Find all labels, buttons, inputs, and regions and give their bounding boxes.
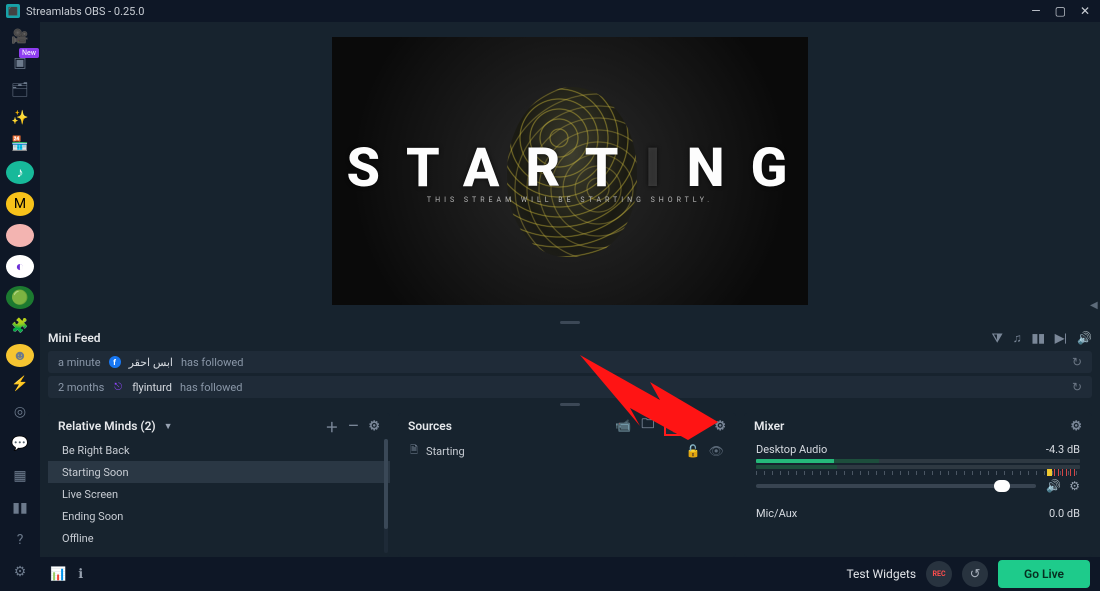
sources-title: Sources xyxy=(408,419,452,433)
layouts-icon[interactable]: ▣ xyxy=(9,54,31,72)
feed-pause-icon[interactable]: ▮▮ xyxy=(1032,331,1045,346)
info-icon[interactable]: ℹ xyxy=(78,567,83,582)
feed-action: has followed xyxy=(180,381,242,394)
channel-mute-icon[interactable]: 🔊 xyxy=(1046,479,1061,493)
feed-user: flyinturd xyxy=(132,381,172,394)
replay-buffer-button[interactable]: ↺ xyxy=(962,561,988,587)
stats-icon[interactable]: 📊 xyxy=(50,567,66,582)
bolt-icon[interactable]: ⚡ xyxy=(9,375,31,393)
feed-volume-icon[interactable]: 🔊 xyxy=(1077,331,1092,346)
minimize-button[interactable]: — xyxy=(1031,4,1040,18)
channel-name: Mic/Aux xyxy=(756,507,797,520)
test-widgets-button[interactable]: Test Widgets xyxy=(846,567,916,581)
collapse-right-icon[interactable]: ◀ xyxy=(1090,300,1100,311)
app-pink-icon[interactable] xyxy=(6,224,34,247)
app-face-icon[interactable]: ☻ xyxy=(6,344,34,367)
scenes-panel: Relative Minds (2) ▼ ＋ — ⚙ Be Right Back… xyxy=(48,413,390,557)
title-bar: ⬛ Streamlabs OBS - 0.25.0 — ▢ ✕ xyxy=(0,0,1100,22)
themes-icon[interactable]: 🗂 xyxy=(9,81,31,99)
filter-icon[interactable]: ⧩ xyxy=(992,331,1003,346)
skip-icon[interactable]: ▶| xyxy=(1055,331,1067,346)
app-teal-icon[interactable]: ♪ xyxy=(6,161,34,184)
music-icon[interactable]: ♫ xyxy=(1013,331,1022,346)
scene-item[interactable]: Ending Soon xyxy=(48,505,390,527)
settings-icon[interactable]: ⚙ xyxy=(9,561,31,583)
feed-age: a minute xyxy=(58,356,101,369)
preview-title: STARTING xyxy=(347,137,808,200)
workspace: STARTING THIS STREAM WILL BE STARTING SH… xyxy=(40,22,1100,557)
go-live-button[interactable]: Go Live xyxy=(998,560,1090,588)
maximize-button[interactable]: ▢ xyxy=(1055,4,1066,18)
scenes-scrollbar[interactable] xyxy=(384,439,388,553)
puzzle-icon[interactable]: 🧩 xyxy=(9,317,31,335)
magic-icon[interactable]: ✨ xyxy=(9,109,31,127)
channel-settings-icon[interactable]: ⚙ xyxy=(1069,479,1080,493)
facebook-icon: f xyxy=(109,356,121,368)
preview-area[interactable]: STARTING THIS STREAM WILL BE STARTING SH… xyxy=(40,22,1100,319)
preview-title-right: NG xyxy=(687,137,808,200)
file-icon: 🗎 xyxy=(410,443,418,460)
scene-add-icon[interactable]: ＋ xyxy=(325,417,338,436)
channel-name: Desktop Audio xyxy=(756,443,827,456)
feed-action: has followed xyxy=(181,356,243,369)
app-purple-icon[interactable]: ◐ xyxy=(6,255,34,278)
slider-thumb[interactable] xyxy=(994,480,1010,492)
preview-canvas: STARTING THIS STREAM WILL BE STARTING SH… xyxy=(332,37,808,305)
mini-feed-title: Mini Feed xyxy=(48,331,101,345)
scenes-list: Be Right Back Starting Soon Live Screen … xyxy=(48,439,390,557)
channel-db: -4.3 dB xyxy=(1046,443,1080,456)
app-yellow-icon[interactable]: M xyxy=(6,192,34,215)
preview-title-cut: I xyxy=(645,137,687,200)
mixer-channel: Desktop Audio -4.3 dB 🔊 ⚙ xyxy=(744,439,1092,497)
scene-item[interactable]: Live Screen xyxy=(48,483,390,505)
feed-user: ابس احقر xyxy=(129,356,173,369)
footer-bar: 📊 ℹ Test Widgets REC ↺ Go Live xyxy=(40,557,1100,591)
nav1-icon[interactable]: ◎ xyxy=(9,401,31,423)
feed-replay-icon[interactable]: ↻ xyxy=(1072,355,1082,369)
scene-remove-icon[interactable]: — xyxy=(348,419,358,434)
audio-meter xyxy=(756,465,1080,469)
mixer-panel: Mixer ⚙ Desktop Audio -4.3 dB 🔊 xyxy=(744,413,1092,557)
left-dock: 🎥 ▣ 🗂 ✨ 🏪 ♪ M ◐ 🟢 🧩 ☻ ⚡ ◎ 💬 ▦ ▮▮ ? ⚙ xyxy=(0,22,40,591)
feed-age: 2 months xyxy=(58,381,104,394)
mixer-channel: Mic/Aux 0.0 dB xyxy=(744,503,1092,527)
scene-item[interactable]: Offline xyxy=(48,527,390,549)
app-logo: ⬛ xyxy=(6,4,20,18)
nav2-icon[interactable]: 💬 xyxy=(9,433,31,455)
audio-meter xyxy=(756,459,1080,463)
source-name: Starting xyxy=(426,445,465,458)
app-title: Streamlabs OBS - 0.25.0 xyxy=(26,5,144,18)
mixer-title: Mixer xyxy=(754,419,784,433)
help-icon[interactable]: ? xyxy=(9,529,31,551)
record-button[interactable]: REC xyxy=(926,561,952,587)
twitch-icon: ⎋ xyxy=(112,381,124,393)
feed-replay-icon[interactable]: ↻ xyxy=(1072,380,1082,394)
mixer-settings-icon[interactable]: ⚙ xyxy=(1070,419,1082,434)
scenes-title[interactable]: Relative Minds (2) xyxy=(58,419,156,433)
store-icon[interactable]: 🏪 xyxy=(9,135,31,153)
channel-db: 0.0 dB xyxy=(1049,507,1080,520)
volume-slider[interactable] xyxy=(756,484,1036,488)
scenes-dropdown-icon[interactable]: ▼ xyxy=(164,421,173,432)
scene-item[interactable]: Starting Soon xyxy=(48,461,390,483)
window-controls: — ▢ ✕ xyxy=(1031,4,1094,18)
close-button[interactable]: ✕ xyxy=(1080,4,1090,18)
scene-settings-icon[interactable]: ⚙ xyxy=(368,419,380,434)
dashboard-icon[interactable]: ▦ xyxy=(9,465,31,487)
editor-icon[interactable]: 🎥 xyxy=(9,28,31,46)
callout-arrow xyxy=(550,350,720,450)
preview-title-left: START xyxy=(347,137,645,200)
scene-item[interactable]: Be Right Back xyxy=(48,439,390,461)
preview-subtitle: THIS STREAM WILL BE STARTING SHORTLY. xyxy=(427,196,713,204)
pause-icon[interactable]: ▮▮ xyxy=(9,497,31,519)
audio-ticks xyxy=(756,471,1080,475)
app-green-icon[interactable]: 🟢 xyxy=(6,286,34,309)
